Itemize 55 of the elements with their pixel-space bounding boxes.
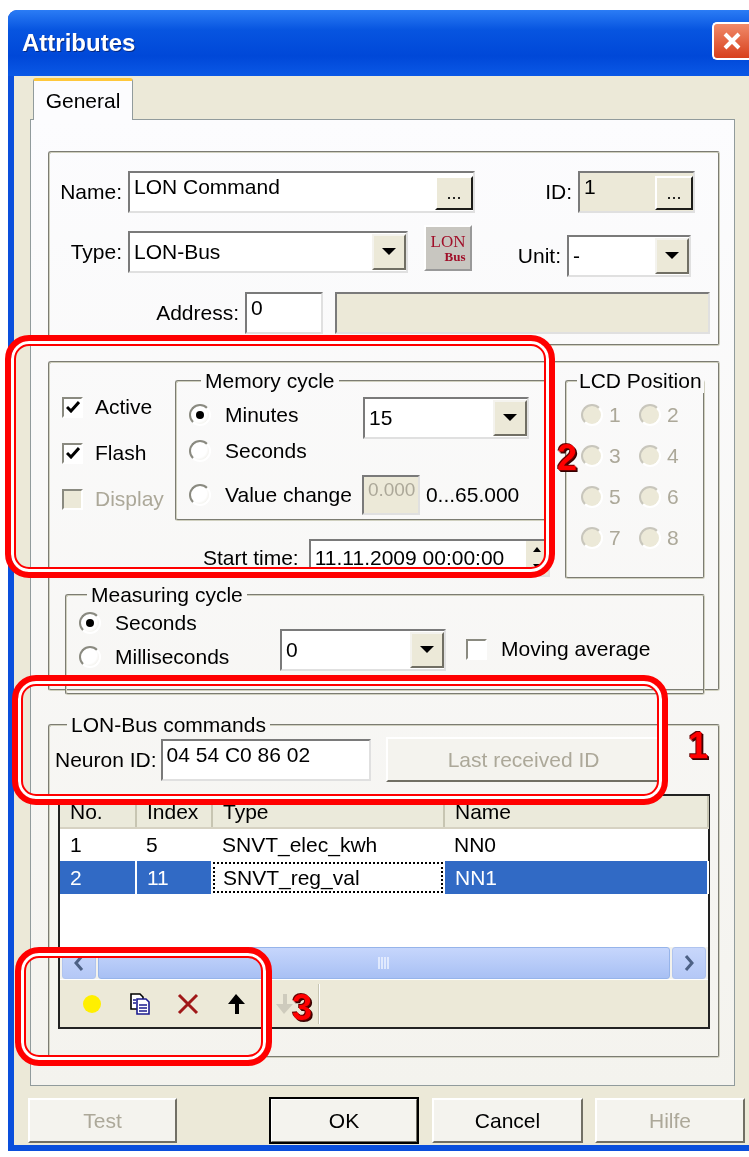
table-cell: 5: [136, 828, 212, 861]
radio-label: Milliseconds: [115, 645, 230, 669]
checkbox-label: Flash: [95, 441, 147, 465]
type-dropdown[interactable]: LON-Bus: [128, 231, 408, 273]
radio-label: 7: [609, 526, 621, 550]
table-cell: 2: [60, 861, 136, 894]
group-title: Measuring cycle: [90, 583, 244, 607]
table-cell: 11: [136, 861, 212, 894]
table-cell: SNVT_reg_val: [212, 861, 444, 894]
neuron-id-field[interactable]: 04 54 C0 86 02: [160, 738, 371, 781]
field-label: ID:: [544, 180, 573, 204]
callout-number: 3: [292, 990, 313, 1026]
radio-label: 2: [667, 403, 679, 427]
radio-label: 3: [609, 444, 621, 468]
callout-number: 2: [557, 440, 578, 476]
radio-label: 5: [609, 485, 621, 509]
address-field[interactable]: 0: [245, 292, 323, 334]
checkbox-label: Moving average: [501, 637, 651, 661]
field-label: Neuron ID:: [55, 747, 157, 772]
table-cell: NN0: [444, 828, 708, 861]
table-cell: SNVT_elec_kwh: [212, 828, 444, 861]
browse-button[interactable]: ...: [435, 176, 473, 210]
group-title: Memory cycle: [204, 369, 336, 393]
field-label: Address:: [155, 301, 240, 325]
unit-dropdown[interactable]: -: [567, 235, 691, 277]
group-title: LCD Position: [578, 369, 703, 393]
range-text: 0...65.000: [425, 483, 520, 507]
field-label: Name:: [59, 180, 123, 204]
dialog-button[interactable]: Cancel: [432, 1098, 583, 1143]
checkbox-label: Display: [95, 487, 164, 511]
group-title: LON-Bus commands: [70, 713, 267, 737]
interval-dropdown[interactable]: 0: [280, 629, 446, 671]
dialog-button[interactable]: OK: [270, 1098, 418, 1143]
name-field[interactable]: LON Command ...: [128, 171, 475, 213]
radio-label: 6: [667, 485, 679, 509]
interval-dropdown[interactable]: 15: [363, 397, 529, 439]
radio-label: Minutes: [225, 403, 299, 427]
field-label: Type:: [69, 240, 123, 264]
field-label: Unit:: [516, 244, 562, 268]
field-label: Start time:: [203, 545, 300, 570]
radio-label: 4: [667, 444, 679, 468]
radio-label: 1: [609, 403, 621, 427]
callout-number: 1: [688, 728, 709, 764]
id-field[interactable]: 1 ...: [578, 171, 695, 213]
radio-label: Seconds: [115, 611, 197, 635]
radio-label: 8: [667, 526, 679, 550]
checkbox-label: Active: [95, 395, 153, 419]
radio-label: Seconds: [225, 439, 307, 463]
tab[interactable]: General: [33, 78, 133, 120]
radio-label: Value change: [225, 483, 352, 507]
browse-button[interactable]: ...: [655, 176, 693, 210]
window-title: Attributes: [22, 29, 136, 57]
lon-bus-button[interactable]: LON Bus: [424, 225, 472, 271]
table-cell: NN1: [444, 861, 708, 894]
table-cell: 1: [60, 828, 136, 861]
